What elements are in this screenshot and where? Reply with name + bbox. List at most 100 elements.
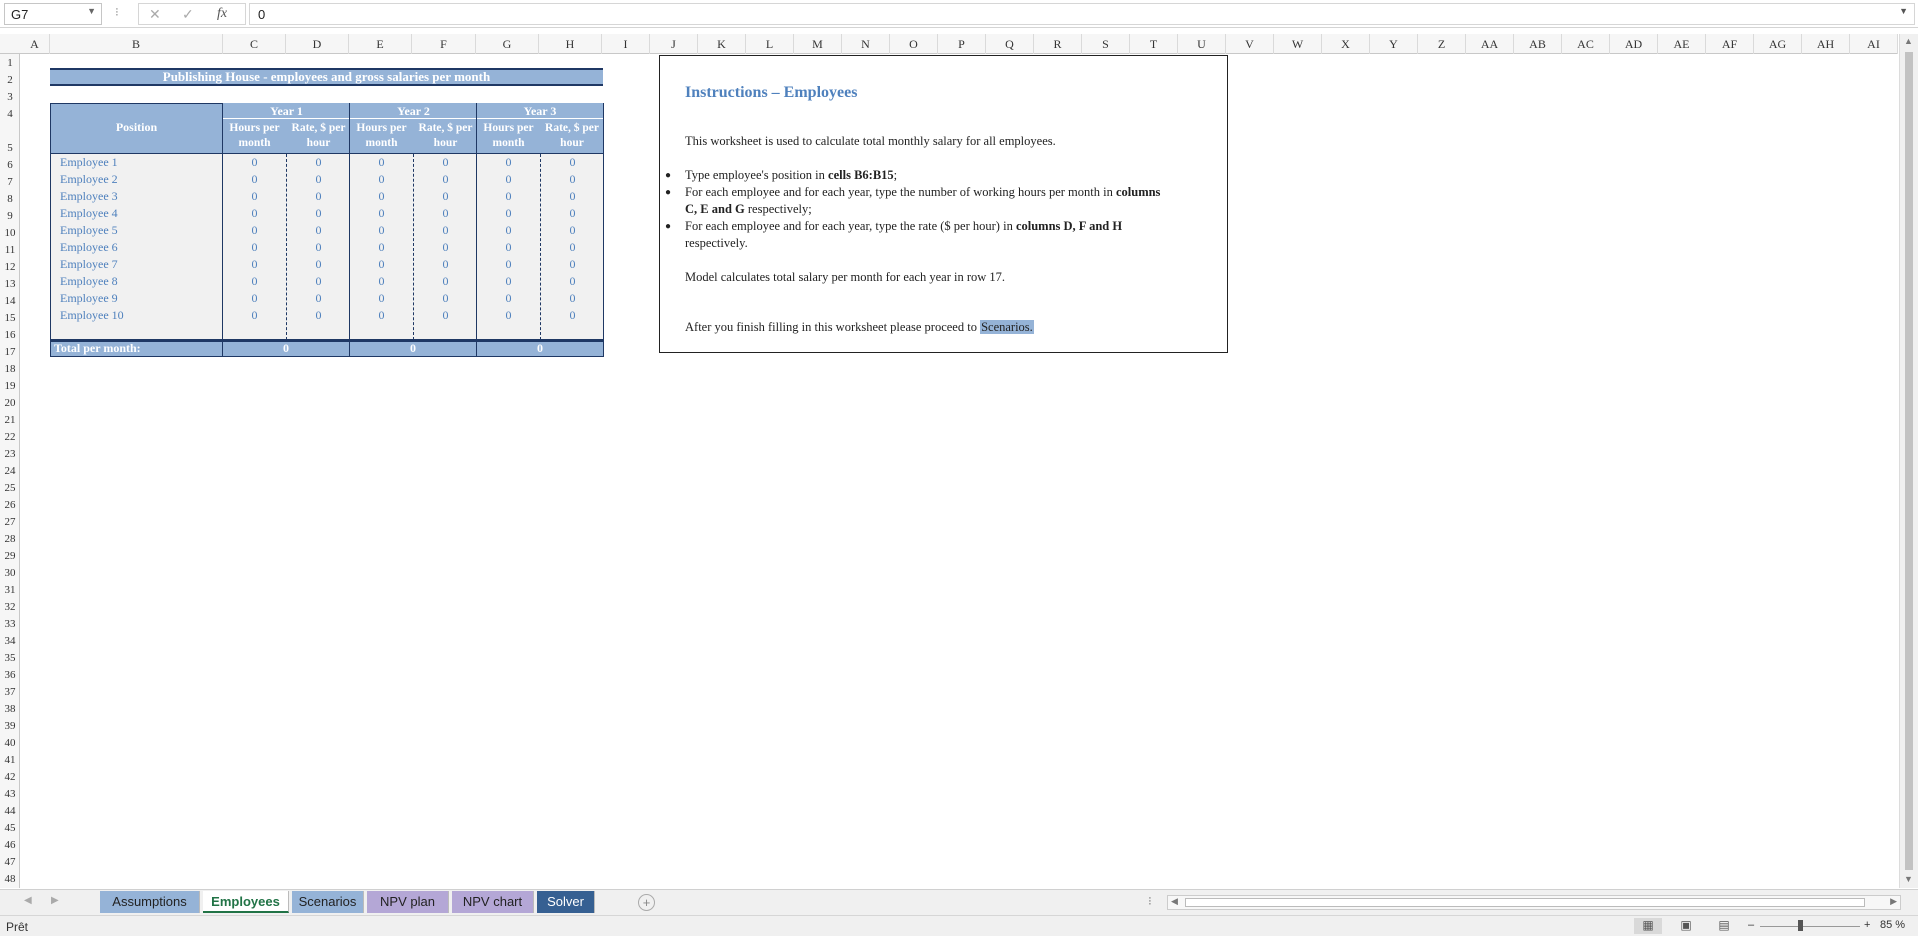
hours-cell[interactable]: 0 (350, 256, 413, 273)
row-header[interactable]: 2 (0, 74, 20, 86)
scroll-right-icon[interactable]: ▶ (1890, 896, 1897, 907)
hours-cell[interactable]: 0 (223, 239, 286, 256)
row-header[interactable]: 42 (0, 771, 20, 783)
row-header[interactable]: 11 (0, 244, 20, 256)
scroll-left-icon[interactable]: ◀ (1171, 896, 1178, 907)
column-header[interactable]: G (476, 34, 539, 54)
column-header[interactable]: T (1130, 34, 1178, 54)
column-header[interactable]: O (890, 34, 938, 54)
horizontal-scrollbar[interactable]: ◀ ▶ (1167, 895, 1901, 910)
employee-name[interactable]: Employee 1 (60, 154, 118, 171)
row-header[interactable]: 41 (0, 754, 20, 766)
next-sheet-icon[interactable]: ▶ (51, 895, 59, 906)
rate-cell[interactable]: 0 (541, 154, 604, 171)
sheet-tab-solver[interactable]: Solver (537, 891, 595, 913)
hours-cell[interactable]: 0 (350, 188, 413, 205)
cancel-icon[interactable]: ✕ (149, 6, 161, 23)
hours-cell[interactable]: 0 (350, 154, 413, 171)
rate-cell[interactable]: 0 (541, 239, 604, 256)
sheet-tab-npv-plan[interactable]: NPV plan (367, 891, 449, 913)
rate-cell[interactable]: 0 (541, 205, 604, 222)
rate-cell[interactable]: 0 (414, 290, 477, 307)
column-header[interactable]: AA (1466, 34, 1514, 54)
employee-name[interactable]: Employee 4 (60, 205, 118, 222)
hours-cell[interactable]: 0 (223, 273, 286, 290)
hours-cell[interactable]: 0 (477, 171, 540, 188)
column-header[interactable]: AG (1754, 34, 1802, 54)
row-header[interactable]: 34 (0, 635, 20, 647)
row-header[interactable]: 25 (0, 482, 20, 494)
row-header[interactable]: 23 (0, 448, 20, 460)
column-header[interactable]: Q (986, 34, 1034, 54)
scroll-thumb[interactable] (1905, 52, 1913, 870)
row-header[interactable]: 30 (0, 567, 20, 579)
column-header[interactable]: AI (1850, 34, 1898, 54)
employee-name[interactable]: Employee 7 (60, 256, 118, 273)
column-header[interactable]: AF (1706, 34, 1754, 54)
rate-cell[interactable]: 0 (541, 171, 604, 188)
sheet-tab-npv-chart[interactable]: NPV chart (452, 891, 534, 913)
row-header[interactable]: 6 (0, 159, 20, 171)
total-year-3[interactable]: 0 (476, 340, 604, 357)
row-header[interactable]: 39 (0, 720, 20, 732)
column-header[interactable]: AD (1610, 34, 1658, 54)
row-header[interactable]: 36 (0, 669, 20, 681)
column-header[interactable]: M (794, 34, 842, 54)
row-header[interactable]: 48 (0, 873, 20, 885)
row-header[interactable]: 10 (0, 227, 20, 239)
column-header[interactable]: F (412, 34, 476, 54)
row-header[interactable]: 47 (0, 856, 20, 868)
column-header[interactable]: E (349, 34, 412, 54)
column-header[interactable]: K (698, 34, 746, 54)
column-header[interactable]: B (50, 34, 223, 54)
column-header[interactable]: C (223, 34, 286, 54)
row-header[interactable]: 18 (0, 363, 20, 375)
page-layout-icon[interactable]: ▣ (1672, 918, 1700, 934)
add-sheet-icon[interactable]: + (638, 894, 655, 911)
row-header[interactable]: 8 (0, 193, 20, 205)
rate-cell[interactable]: 0 (541, 307, 604, 324)
name-box[interactable]: G7 ▼ (4, 3, 102, 25)
vertical-scrollbar[interactable]: ▲ ▼ (1899, 34, 1918, 888)
column-header[interactable]: L (746, 34, 794, 54)
rate-cell[interactable]: 0 (541, 273, 604, 290)
page-break-preview-icon[interactable]: ▤ (1710, 918, 1738, 934)
normal-view-icon[interactable]: ▦ (1634, 918, 1662, 934)
zoom-slider-thumb[interactable] (1798, 920, 1803, 931)
row-header[interactable]: 13 (0, 278, 20, 290)
row-header[interactable]: 15 (0, 312, 20, 324)
row-header[interactable]: 44 (0, 805, 20, 817)
row-header[interactable]: 28 (0, 533, 20, 545)
hours-cell[interactable]: 0 (350, 307, 413, 324)
hours-cell[interactable]: 0 (223, 307, 286, 324)
scroll-up-icon[interactable]: ▲ (1904, 36, 1913, 46)
column-header[interactable]: AB (1514, 34, 1562, 54)
hours-cell[interactable]: 0 (477, 205, 540, 222)
zoom-level[interactable]: 85 % (1880, 919, 1905, 931)
row-header[interactable]: 37 (0, 686, 20, 698)
rate-cell[interactable]: 0 (414, 205, 477, 222)
rate-cell[interactable]: 0 (541, 290, 604, 307)
employee-name[interactable]: Employee 9 (60, 290, 118, 307)
hours-cell[interactable]: 0 (477, 188, 540, 205)
row-header[interactable]: 26 (0, 499, 20, 511)
row-header[interactable]: 43 (0, 788, 20, 800)
column-header[interactable]: U (1178, 34, 1226, 54)
rate-cell[interactable]: 0 (414, 256, 477, 273)
column-header[interactable]: P (938, 34, 986, 54)
row-header[interactable]: 35 (0, 652, 20, 664)
total-year-1[interactable]: 0 (222, 340, 350, 357)
column-header[interactable]: A (20, 34, 50, 54)
row-header[interactable]: 3 (0, 91, 20, 103)
sheet-tab-assumptions[interactable]: Assumptions (100, 891, 200, 913)
row-header[interactable]: 45 (0, 822, 20, 834)
employee-name[interactable]: Employee 6 (60, 239, 118, 256)
row-header[interactable]: 33 (0, 618, 20, 630)
row-header[interactable]: 22 (0, 431, 20, 443)
rate-cell[interactable]: 0 (287, 222, 350, 239)
column-header[interactable]: I (602, 34, 650, 54)
column-header[interactable]: AH (1802, 34, 1850, 54)
rate-cell[interactable]: 0 (414, 307, 477, 324)
rate-cell[interactable]: 0 (414, 239, 477, 256)
column-header[interactable]: Z (1418, 34, 1466, 54)
